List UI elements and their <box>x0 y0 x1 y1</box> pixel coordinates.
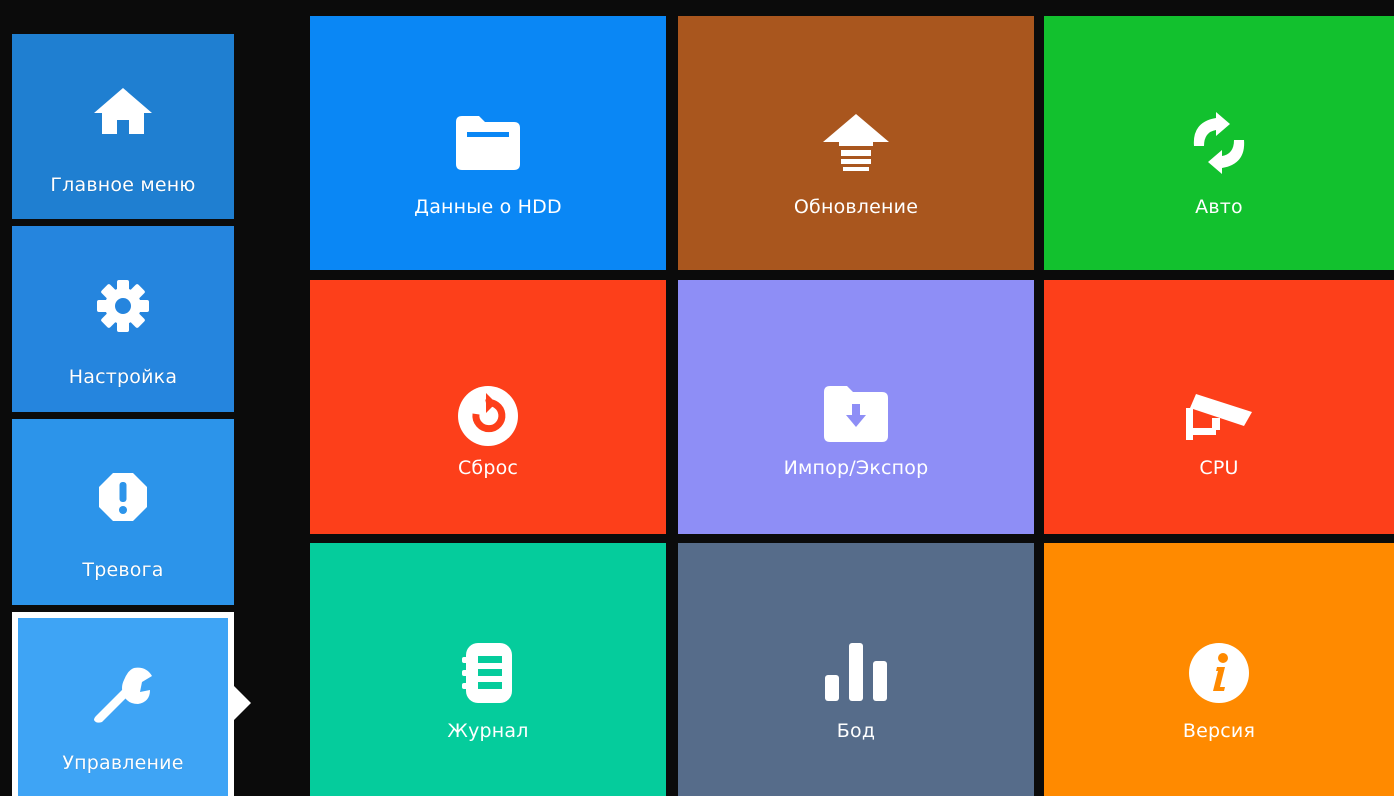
folder-download-icon <box>821 384 891 448</box>
tile-label: Импор/Экспор <box>783 457 929 479</box>
sidebar-item-label: Управление <box>62 752 184 774</box>
alert-icon <box>97 471 149 527</box>
sidebar-item-alarm[interactable]: Тревога <box>12 419 234 605</box>
upgrade-arrow-icon <box>821 112 891 178</box>
tile-reset[interactable]: Сброс <box>310 280 666 534</box>
tile-import-export[interactable]: Импор/Экспор <box>678 280 1034 534</box>
sidebar-item-management[interactable]: Управление <box>12 612 234 796</box>
tile-label: Данные о HDD <box>414 196 562 218</box>
home-icon <box>92 86 154 140</box>
refresh-icon <box>1184 112 1254 178</box>
tile-baud[interactable]: Бод <box>678 543 1034 796</box>
tile-cpu[interactable]: CPU <box>1044 280 1394 534</box>
system-menu-screen: Главное меню Настройка Тревога Управлени… <box>0 0 1394 796</box>
sidebar-item-settings[interactable]: Настройка <box>12 226 234 412</box>
tile-label: Сброс <box>457 457 519 479</box>
log-book-icon <box>458 641 518 709</box>
active-tab-pointer <box>234 686 251 720</box>
sidebar-item-label: Тревога <box>82 559 164 581</box>
tile-label: Версия <box>1182 720 1256 742</box>
gear-icon <box>95 278 151 338</box>
sidebar-item-label: Главное меню <box>50 174 196 196</box>
tile-log[interactable]: Журнал <box>310 543 666 796</box>
wrench-icon <box>90 662 156 732</box>
tile-update[interactable]: Обновление <box>678 16 1034 270</box>
info-icon <box>1187 641 1251 709</box>
tile-auto[interactable]: Авто <box>1044 16 1394 270</box>
tile-label: Авто <box>1195 196 1243 218</box>
folder-icon <box>453 112 523 176</box>
tile-label: Бод <box>836 720 876 742</box>
camera-icon <box>1182 384 1256 448</box>
sidebar-item-main-menu[interactable]: Главное меню <box>12 34 234 219</box>
tile-hdd-info[interactable]: Данные о HDD <box>310 16 666 270</box>
tile-label: Обновление <box>793 196 919 218</box>
sidebar-item-label: Настройка <box>68 366 178 388</box>
tile-version[interactable]: Версия <box>1044 543 1394 796</box>
reset-icon <box>456 384 520 452</box>
tile-label: CPU <box>1199 457 1239 479</box>
tile-label: Журнал <box>447 720 529 742</box>
bar-chart-icon <box>823 641 889 707</box>
